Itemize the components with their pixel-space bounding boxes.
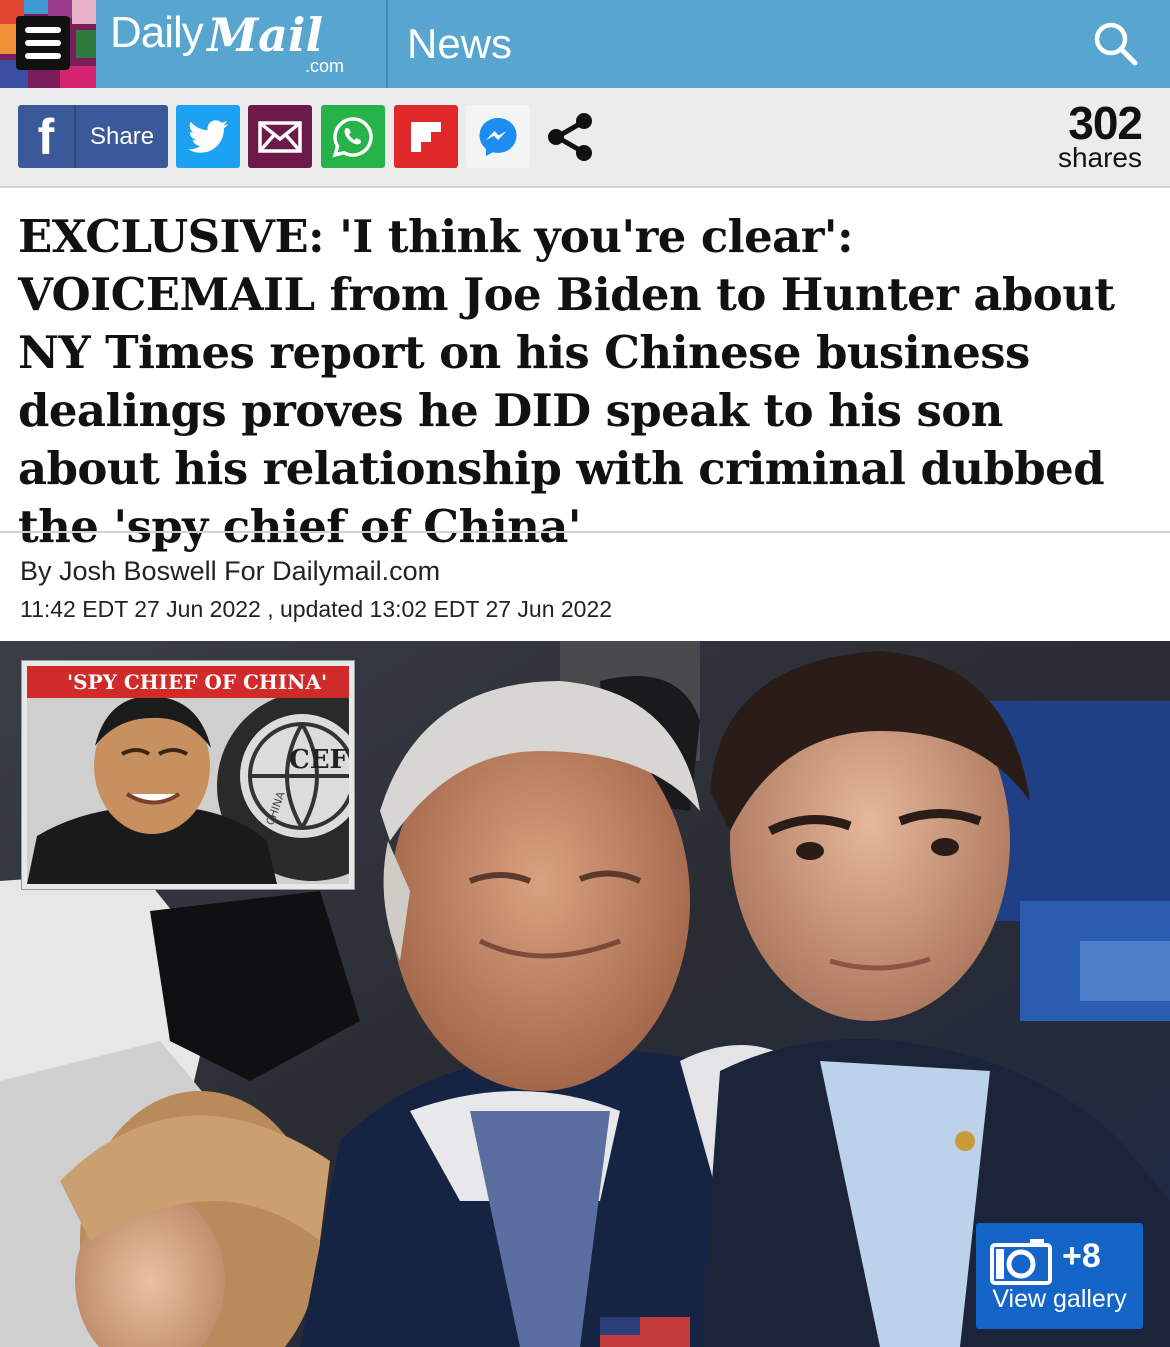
- article-byline[interactable]: By Josh Boswell For Dailymail.com: [20, 556, 440, 587]
- email-share-button[interactable]: [248, 105, 312, 168]
- facebook-share-button[interactable]: f Share: [18, 105, 168, 168]
- header-divider: [386, 0, 388, 88]
- view-gallery-button[interactable]: +8 View gallery: [976, 1223, 1143, 1329]
- brand-logo[interactable]: Daily Mail .com: [110, 8, 344, 76]
- twitter-share-button[interactable]: [176, 105, 240, 168]
- share-count-label: shares: [1057, 142, 1142, 173]
- messenger-share-button[interactable]: [466, 105, 530, 168]
- flipboard-icon: [411, 121, 441, 152]
- gallery-count: +8: [1062, 1237, 1101, 1275]
- headline-divider: [0, 531, 1170, 533]
- inset-logo-text: CEF: [289, 745, 349, 775]
- email-icon: [258, 120, 302, 153]
- inset-photo: CEF CHINA 'SPY CHIEF OF CHINA': [22, 661, 354, 889]
- gallery-label: View gallery: [992, 1285, 1127, 1313]
- brand-mail: Mail: [207, 8, 323, 62]
- top-header: Daily Mail .com News: [0, 0, 1170, 88]
- camera-icon: [990, 1239, 1052, 1285]
- share-icon: [548, 112, 592, 161]
- share-count: 302 shares: [1057, 97, 1143, 173]
- brand-daily: Daily: [110, 8, 204, 57]
- facebook-icon: f: [18, 105, 76, 168]
- messenger-icon: [479, 117, 517, 156]
- search-icon[interactable]: [1090, 18, 1140, 68]
- article-dateline: 11:42 EDT 27 Jun 2022 , updated 13:02 ED…: [20, 596, 613, 622]
- hamburger-icon[interactable]: [16, 16, 70, 70]
- inset-label: 'SPY CHIEF OF CHINA': [27, 666, 349, 698]
- share-count-number: 302: [1068, 97, 1143, 149]
- more-share-button[interactable]: [538, 105, 602, 168]
- brand-com: .com: [305, 56, 345, 76]
- article-headline: EXCLUSIVE: 'I think you're clear': VOICE…: [18, 210, 1115, 553]
- whatsapp-icon: [332, 116, 373, 157]
- menu-button[interactable]: [0, 0, 96, 88]
- twitter-icon: [188, 119, 228, 153]
- facebook-share-label: Share: [90, 122, 155, 150]
- article-lead-image[interactable]: CEF CHINA 'SPY CHIEF OF CHINA' +8 View g…: [0, 641, 1170, 1347]
- whatsapp-share-button[interactable]: [321, 105, 385, 168]
- section-label[interactable]: News: [407, 20, 512, 68]
- flipboard-share-button[interactable]: [394, 105, 458, 168]
- share-bar: f Share 302 shares: [0, 88, 1170, 188]
- inset-portrait: CEF CHINA: [27, 666, 349, 884]
